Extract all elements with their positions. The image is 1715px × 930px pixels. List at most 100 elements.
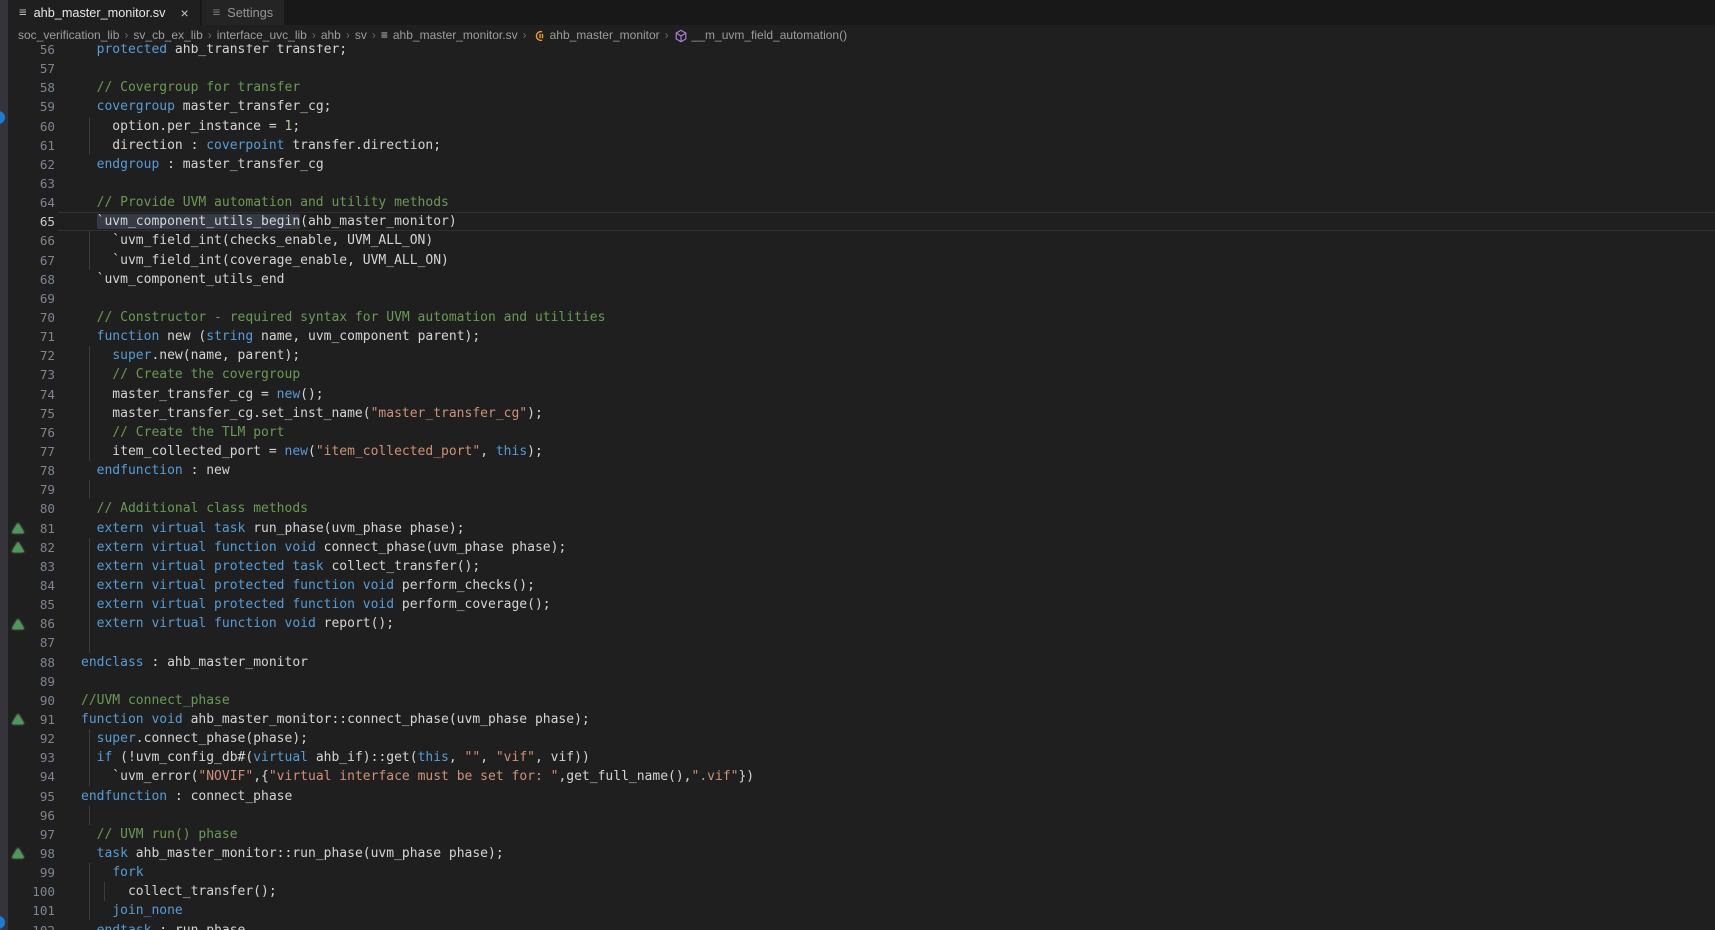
code-line[interactable]: 102 endtask : run_phase (0, 920, 1715, 930)
code-line[interactable]: 72 super.new(name, parent); (0, 346, 1715, 365)
code-line[interactable]: 66 `uvm_field_int(checks_enable, UVM_ALL… (0, 231, 1715, 250)
code-line[interactable]: 76 // Create the TLM port (0, 423, 1715, 442)
code-line[interactable]: 94 `uvm_error("NOVIF",{"virtual interfac… (0, 767, 1715, 786)
glyph-margin (8, 44, 28, 59)
line-number: 73 (28, 367, 55, 382)
code-line[interactable]: 100 collect_transfer(); (0, 882, 1715, 901)
code-text: direction : coverpoint transfer.directio… (55, 138, 441, 153)
code-text: fork (55, 865, 144, 880)
code-line[interactable]: 82 extern virtual function void connect_… (0, 538, 1715, 557)
glyph-margin (8, 231, 28, 250)
glyph-margin (8, 691, 28, 710)
code-text: super.new(name, parent); (55, 348, 300, 363)
code-line[interactable]: 58 // Covergroup for transfer (0, 78, 1715, 97)
glyph-margin (8, 212, 28, 231)
code-line[interactable]: 84 extern virtual protected function voi… (0, 576, 1715, 595)
glyph-margin (8, 97, 28, 116)
code-line[interactable]: 81 extern virtual task run_phase(uvm_pha… (0, 519, 1715, 538)
code-line[interactable]: 83 extern virtual protected task collect… (0, 557, 1715, 576)
code-text: if (!uvm_config_db#(virtual ahb_if)::get… (55, 750, 590, 765)
code-line[interactable]: 98 task ahb_master_monitor::run_phase(uv… (0, 844, 1715, 863)
line-number: 101 (28, 903, 55, 918)
code-line[interactable]: 95endfunction : connect_phase (0, 786, 1715, 805)
line-number: 78 (28, 463, 55, 478)
code-line[interactable]: 67 `uvm_field_int(coverage_enable, UVM_A… (0, 251, 1715, 270)
breadcrumb-label: ahb_master_monitor (550, 28, 660, 42)
code-line[interactable]: 77 item_collected_port = new("item_colle… (0, 442, 1715, 461)
breadcrumb-item[interactable]: sv_cb_ex_lib (133, 28, 202, 42)
glyph-margin (8, 385, 28, 404)
code-line[interactable]: 59 covergroup master_transfer_cg; (0, 97, 1715, 116)
code-line[interactable]: 85 extern virtual protected function voi… (0, 595, 1715, 614)
tab-settings[interactable]: ≡ Settings (202, 0, 284, 25)
code-line[interactable]: 91function void ahb_master_monitor::conn… (0, 710, 1715, 729)
code-line[interactable]: 89 (0, 672, 1715, 691)
glyph-margin (8, 270, 28, 289)
line-number: 63 (28, 176, 55, 191)
symbol-method-icon (674, 29, 688, 43)
tab-label: Settings (227, 6, 273, 20)
verification-marker-icon[interactable] (8, 844, 28, 863)
code-line[interactable]: 96 (0, 806, 1715, 825)
chevron-right-icon: › (665, 28, 669, 42)
code-line[interactable]: 68 `uvm_component_utils_end (0, 270, 1715, 289)
verification-marker-icon[interactable] (8, 519, 28, 538)
code-line[interactable]: 69 (0, 289, 1715, 308)
tab-label: ahb_master_monitor.sv (34, 6, 166, 20)
close-icon[interactable]: × (180, 6, 188, 20)
line-number: 85 (28, 597, 55, 612)
line-number: 95 (28, 789, 55, 804)
breadcrumb-item[interactable]: interface_uvc_lib (217, 28, 307, 42)
code-line[interactable]: 71 function new (string name, uvm_compon… (0, 327, 1715, 346)
code-text: // UVM run() phase (55, 827, 238, 842)
glyph-margin (8, 327, 28, 346)
code-text: // Provide UVM automation and utility me… (55, 195, 449, 210)
glyph-margin (8, 461, 28, 480)
breadcrumb-item[interactable]: ≡ahb_master_monitor.sv (381, 28, 518, 42)
code-editor[interactable]: 56 protected ahb_transfer transfer;5758 … (0, 44, 1715, 930)
line-number: 77 (28, 444, 55, 459)
glyph-margin (8, 595, 28, 614)
code-line[interactable]: 88endclass : ahb_master_monitor (0, 653, 1715, 672)
breadcrumb-item[interactable]: sv (355, 28, 367, 42)
code-line[interactable]: 101 join_none (0, 901, 1715, 920)
code-line[interactable]: 92 super.connect_phase(phase); (0, 729, 1715, 748)
code-line[interactable]: 78 endfunction : new (0, 461, 1715, 480)
code-line[interactable]: 86 extern virtual function void report()… (0, 614, 1715, 633)
breadcrumb-item[interactable]: ahb (321, 28, 341, 42)
code-line[interactable]: 80 // Additional class methods (0, 499, 1715, 518)
breadcrumb-item[interactable]: __m_uvm_field_automation() (674, 28, 847, 42)
code-line[interactable]: 60 option.per_instance = 1; (0, 117, 1715, 136)
code-text: endclass : ahb_master_monitor (55, 655, 308, 670)
code-line[interactable]: 62 endgroup : master_transfer_cg (0, 155, 1715, 174)
verification-marker-icon[interactable] (8, 710, 28, 729)
breadcrumb-label: sv (355, 28, 367, 42)
code-line[interactable]: 63 (0, 174, 1715, 193)
code-line[interactable]: 99 fork (0, 863, 1715, 882)
breadcrumb-item[interactable]: ahb_master_monitor (532, 28, 660, 42)
code-line[interactable]: 61 direction : coverpoint transfer.direc… (0, 136, 1715, 155)
line-number: 79 (28, 482, 55, 497)
glyph-margin (8, 767, 28, 786)
verification-marker-icon[interactable] (8, 614, 28, 633)
code-line[interactable]: 74 master_transfer_cg = new(); (0, 385, 1715, 404)
code-line[interactable]: 93 if (!uvm_config_db#(virtual ahb_if)::… (0, 748, 1715, 767)
line-number: 102 (28, 923, 55, 930)
code-line[interactable]: 56 protected ahb_transfer transfer; (0, 44, 1715, 59)
glyph-margin (8, 786, 28, 805)
code-line[interactable]: 57 (0, 59, 1715, 78)
tab-ahb-master-monitor[interactable]: ≡ ahb_master_monitor.sv × (8, 0, 200, 25)
code-line[interactable]: 87 (0, 633, 1715, 652)
breadcrumb-item[interactable]: soc_verification_lib (18, 28, 119, 42)
code-line[interactable]: 97 // UVM run() phase (0, 825, 1715, 844)
breadcrumb-label: sv_cb_ex_lib (133, 28, 202, 42)
code-line[interactable]: 90//UVM connect_phase (0, 691, 1715, 710)
code-line[interactable]: 65 `uvm_component_utils_begin(ahb_master… (0, 212, 1715, 231)
code-line[interactable]: 75 master_transfer_cg.set_inst_name("mas… (0, 404, 1715, 423)
code-line[interactable]: 70 // Constructor - required syntax for … (0, 308, 1715, 327)
code-line[interactable]: 73 // Create the covergroup (0, 365, 1715, 384)
code-line[interactable]: 79 (0, 480, 1715, 499)
glyph-margin (8, 672, 28, 691)
verification-marker-icon[interactable] (8, 538, 28, 557)
code-line[interactable]: 64 // Provide UVM automation and utility… (0, 193, 1715, 212)
